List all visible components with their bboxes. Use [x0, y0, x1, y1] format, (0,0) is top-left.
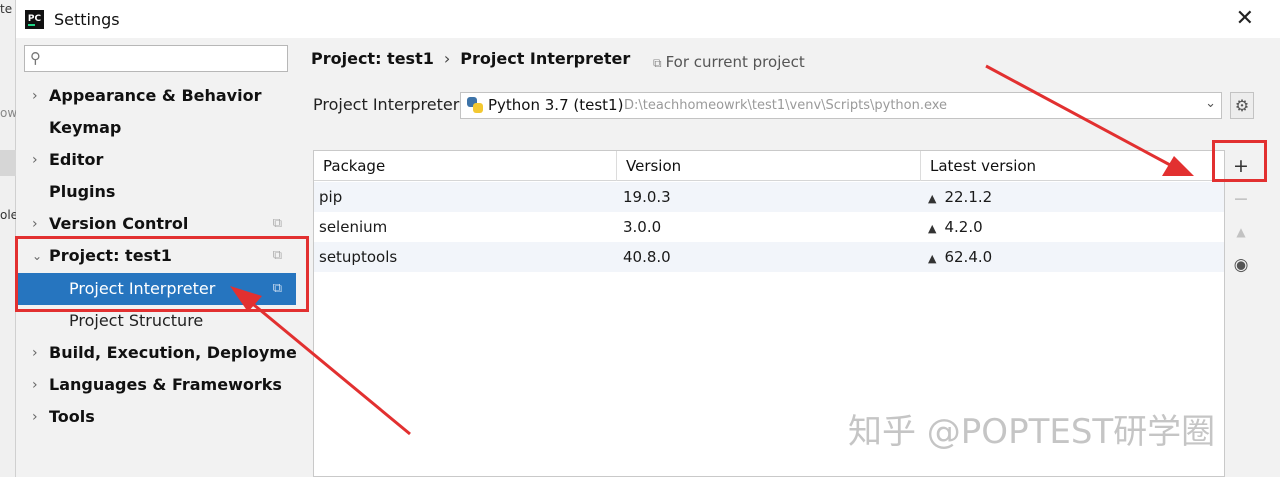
- sidebar-item-plugins[interactable]: Plugins: [16, 176, 296, 208]
- latest-version-cell: ▲ 22.1.2: [928, 182, 992, 214]
- sidebar-item-languages-frameworks[interactable]: › Languages & Frameworks: [16, 369, 296, 401]
- upgrade-available-icon: ▲: [928, 252, 937, 265]
- latest-version-cell: ▲ 62.4.0: [928, 242, 992, 274]
- python-icon: [467, 97, 484, 114]
- sidebar-item-keymap[interactable]: Keymap: [16, 112, 296, 144]
- background-app-text: ow: [0, 106, 16, 120]
- scope-label: For current project: [665, 53, 805, 71]
- chevron-down-icon: ⌄: [1205, 96, 1216, 111]
- project-scope-icon: ⧉: [272, 216, 282, 231]
- project-scope-icon: ⧉: [272, 248, 282, 263]
- gear-icon: ⚙: [1234, 96, 1250, 115]
- window-title: Settings: [54, 10, 120, 29]
- column-header-version[interactable]: Version: [617, 151, 921, 181]
- interpreter-label: Project Interpreter:: [313, 95, 465, 114]
- table-row[interactable]: selenium 3.0.0 ▲ 4.2.0: [314, 212, 1224, 242]
- show-early-releases-button[interactable]: ◉: [1227, 251, 1255, 279]
- chevron-right-icon: ›: [32, 216, 38, 232]
- chevron-right-icon: ›: [32, 377, 38, 393]
- sidebar-item-project-interpreter[interactable]: Project Interpreter ⧉: [16, 273, 296, 305]
- package-name: setuptools: [319, 248, 398, 266]
- sidebar-item-label: Plugins: [49, 182, 116, 201]
- breadcrumb-separator: ›: [443, 49, 451, 68]
- sidebar-item-label: Project: test1: [49, 246, 172, 265]
- upgrade-available-icon: ▲: [928, 222, 937, 235]
- sidebar-item-label: Project Structure: [69, 311, 204, 330]
- background-app-text: te: [0, 2, 13, 16]
- settings-search-input[interactable]: ⚲: [24, 45, 288, 72]
- package-toolbar: + − ▲ ◉: [1225, 150, 1257, 477]
- interpreter-name: Python 3.7 (test1): [488, 96, 624, 114]
- add-package-button[interactable]: +: [1227, 152, 1255, 180]
- chevron-right-icon: ›: [32, 88, 38, 104]
- settings-sidebar: ⚲ › Appearance & Behavior Keymap › Edito…: [16, 38, 316, 477]
- project-scope-icon: ⧉: [653, 56, 662, 70]
- latest-version-cell: ▲ 4.2.0: [928, 212, 983, 244]
- scope-note: ⧉ For current project: [653, 53, 805, 71]
- background-app-strip: te ow ole: [0, 0, 16, 477]
- sidebar-item-tools[interactable]: › Tools: [16, 401, 296, 433]
- package-version: 3.0.0: [623, 218, 662, 236]
- package-version: 40.8.0: [623, 248, 671, 266]
- project-scope-icon: ⧉: [272, 281, 282, 296]
- table-row[interactable]: pip 19.0.3 ▲ 22.1.2: [314, 182, 1224, 212]
- sidebar-item-build-execution-deployment[interactable]: › Build, Execution, Deployment: [16, 337, 316, 369]
- breadcrumb: Project: test1 › Project Interpreter: [311, 49, 630, 68]
- chevron-right-icon: ›: [32, 409, 38, 425]
- search-icon: ⚲: [30, 49, 41, 67]
- chevron-right-icon: ›: [32, 345, 38, 361]
- breadcrumb-current: Project Interpreter: [460, 49, 631, 68]
- pycharm-logo-icon: PC: [25, 10, 44, 29]
- title-bar: PC Settings ✕: [16, 0, 1280, 38]
- sidebar-item-appearance-behavior[interactable]: › Appearance & Behavior: [16, 80, 296, 112]
- column-header-latest-version[interactable]: Latest version: [921, 151, 1224, 181]
- package-latest-version: 4.2.0: [944, 218, 983, 236]
- close-button[interactable]: ✕: [1236, 6, 1254, 32]
- remove-package-button[interactable]: −: [1227, 185, 1255, 213]
- sidebar-item-label: Editor: [49, 150, 104, 169]
- background-app-text: ole: [0, 208, 16, 222]
- sidebar-item-project[interactable]: ⌄ Project: test1 ⧉: [16, 240, 296, 272]
- sidebar-item-label: Keymap: [49, 118, 122, 137]
- watermark: 知乎 @POPTEST研学圈: [848, 412, 1216, 452]
- sidebar-item-label: Project Interpreter: [69, 279, 216, 298]
- sidebar-item-label: Languages & Frameworks: [49, 375, 282, 394]
- sidebar-item-label: Appearance & Behavior: [49, 86, 262, 105]
- background-app-highlight: [0, 150, 16, 176]
- interpreter-path: D:\teachhomeowrk\test1\venv\Scripts\pyth…: [624, 98, 948, 113]
- package-latest-version: 62.4.0: [944, 248, 993, 266]
- sidebar-item-version-control[interactable]: › Version Control ⧉: [16, 208, 296, 240]
- sidebar-item-editor[interactable]: › Editor: [16, 144, 296, 176]
- sidebar-item-label: Build, Execution, Deployment: [49, 343, 316, 362]
- package-name: pip: [319, 188, 343, 206]
- sidebar-item-label: Version Control: [49, 214, 189, 233]
- upgrade-available-icon: ▲: [928, 192, 937, 205]
- table-row[interactable]: setuptools 40.8.0 ▲ 62.4.0: [314, 242, 1224, 272]
- chevron-right-icon: ›: [32, 152, 38, 168]
- package-latest-version: 22.1.2: [944, 188, 993, 206]
- sidebar-item-project-structure[interactable]: Project Structure: [16, 305, 296, 337]
- breadcrumb-parent: Project: test1: [311, 49, 434, 68]
- interpreter-settings-button[interactable]: ⚙: [1230, 92, 1254, 119]
- package-name: selenium: [319, 218, 388, 236]
- upgrade-package-button[interactable]: ▲: [1227, 218, 1255, 246]
- package-version: 19.0.3: [623, 188, 671, 206]
- chevron-down-icon: ⌄: [32, 249, 43, 263]
- interpreter-select[interactable]: Python 3.7 (test1) D:\teachhomeowrk\test…: [460, 92, 1222, 119]
- column-header-package[interactable]: Package: [314, 151, 617, 181]
- table-header: Package Version Latest version: [314, 151, 1224, 181]
- sidebar-item-label: Tools: [49, 407, 95, 426]
